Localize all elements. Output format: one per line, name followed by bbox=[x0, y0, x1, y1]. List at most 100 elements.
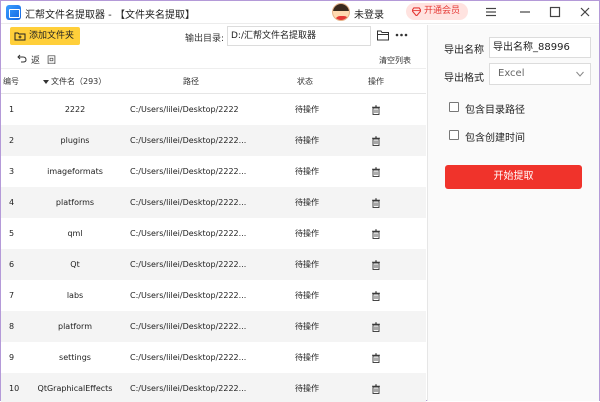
export-format-select[interactable]: Excel bbox=[489, 63, 591, 85]
output-dir-input[interactable]: D:/汇帮文件名提取器 bbox=[227, 26, 371, 46]
vip-button-label: 开通会员 bbox=[424, 6, 461, 16]
start-extract-button[interactable]: 开始提取 bbox=[445, 165, 582, 189]
row-index: 6 bbox=[9, 260, 15, 269]
table-row[interactable]: 2 plugins C:/Users/lilei/Desktop/2222...… bbox=[1, 125, 426, 156]
row-name: qml bbox=[67, 229, 83, 238]
header-name[interactable]: 文件名（293） bbox=[43, 69, 106, 95]
row-name: plugins bbox=[60, 136, 90, 145]
row-name: 2222 bbox=[64, 105, 86, 114]
header-name-label: 文件名（293） bbox=[51, 77, 107, 86]
row-name: Qt bbox=[70, 260, 80, 269]
header-path: 路径 bbox=[183, 77, 199, 86]
back-label-2: 回 bbox=[47, 56, 57, 66]
row-name: settings bbox=[59, 353, 91, 362]
row-index: 8 bbox=[9, 322, 15, 331]
row-index: 10 bbox=[9, 384, 20, 393]
row-path: C:/Users/lilei/Desktop/2222... bbox=[130, 322, 247, 331]
include-path-label: 包含目录路径 bbox=[465, 105, 525, 116]
trash-icon[interactable] bbox=[371, 291, 381, 301]
add-folder-button[interactable]: 添加文件夹 bbox=[10, 27, 80, 45]
avatar[interactable] bbox=[332, 3, 350, 21]
checkbox-box[interactable] bbox=[449, 102, 459, 112]
app-logo-icon bbox=[6, 5, 21, 20]
trash-icon[interactable] bbox=[371, 198, 381, 208]
header-status: 状态 bbox=[297, 77, 313, 86]
export-format-value: Excel bbox=[498, 68, 525, 79]
row-status: 待操作 bbox=[295, 105, 319, 114]
include-time-label: 包含创建时间 bbox=[465, 133, 525, 144]
table-row[interactable]: 10 QtGraphicalEffects C:/Users/lilei/Des… bbox=[1, 373, 426, 402]
table-header: 编号 文件名（293） 路径 状态 操作 bbox=[1, 68, 426, 94]
folder-icon[interactable] bbox=[377, 30, 389, 41]
row-path: C:/Users/lilei/Desktop/2222 bbox=[130, 105, 239, 114]
row-path: C:/Users/lilei/Desktop/2222... bbox=[130, 229, 247, 238]
trash-icon[interactable] bbox=[371, 384, 381, 394]
table-row[interactable]: 4 platforms C:/Users/lilei/Desktop/2222.… bbox=[1, 187, 426, 218]
maximize-icon[interactable] bbox=[547, 4, 563, 20]
row-status: 待操作 bbox=[295, 260, 319, 269]
trash-icon[interactable] bbox=[371, 105, 381, 115]
table-row[interactable]: 1 2222 C:/Users/lilei/Desktop/2222 待操作 bbox=[1, 94, 426, 125]
row-index: 2 bbox=[9, 136, 15, 145]
row-index: 7 bbox=[9, 291, 15, 300]
export-settings-panel: 导出名称 导出名称_88996 导出格式 Excel 包含目录路径 包含创建时间… bbox=[428, 25, 599, 401]
login-status[interactable]: 未登录 bbox=[354, 6, 384, 21]
back-arrow-icon bbox=[17, 54, 27, 63]
menu-icon[interactable] bbox=[483, 4, 499, 20]
row-status: 待操作 bbox=[295, 291, 319, 300]
table-row[interactable]: 7 labs C:/Users/lilei/Desktop/2222... 待操… bbox=[1, 280, 426, 311]
app-title: 汇帮文件名提取器 - 【文件夹名提取】 bbox=[25, 10, 195, 21]
export-name-input[interactable]: 导出名称_88996 bbox=[489, 37, 591, 58]
row-path: C:/Users/lilei/Desktop/2222... bbox=[130, 291, 247, 300]
row-index: 5 bbox=[9, 229, 15, 238]
header-index: 编号 bbox=[3, 77, 19, 86]
table-row[interactable]: 8 platform C:/Users/lilei/Desktop/2222..… bbox=[1, 311, 426, 342]
row-path: C:/Users/lilei/Desktop/2222... bbox=[130, 167, 247, 176]
close-icon[interactable] bbox=[577, 4, 593, 20]
row-index: 9 bbox=[9, 353, 15, 362]
output-dir-label: 输出目录: bbox=[185, 34, 225, 44]
add-folder-icon bbox=[14, 32, 26, 41]
row-name: platforms bbox=[55, 198, 95, 207]
table-row[interactable]: 6 Qt C:/Users/lilei/Desktop/2222... 待操作 bbox=[1, 249, 426, 280]
row-path: C:/Users/lilei/Desktop/2222... bbox=[130, 384, 247, 393]
row-index: 3 bbox=[9, 167, 15, 176]
row-path: C:/Users/lilei/Desktop/2222... bbox=[130, 353, 247, 362]
sort-down-icon bbox=[43, 79, 49, 84]
trash-icon[interactable] bbox=[371, 229, 381, 239]
row-index: 1 bbox=[9, 105, 15, 114]
more-options-icon[interactable] bbox=[395, 29, 408, 41]
file-table-body: 1 2222 C:/Users/lilei/Desktop/2222 待操作 2… bbox=[1, 94, 426, 402]
export-format-label: 导出格式 bbox=[444, 73, 484, 84]
clear-list-button[interactable]: 清空列表 bbox=[379, 55, 411, 66]
row-name: platform bbox=[58, 322, 92, 331]
checkbox-box[interactable] bbox=[449, 130, 459, 140]
trash-icon[interactable] bbox=[371, 167, 381, 177]
table-row[interactable]: 3 imageformats C:/Users/lilei/Desktop/22… bbox=[1, 156, 426, 187]
row-name: QtGraphicalEffects bbox=[37, 384, 113, 393]
row-index: 4 bbox=[9, 198, 15, 207]
trash-icon[interactable] bbox=[371, 322, 381, 332]
avatar-shirt bbox=[335, 16, 349, 20]
chevron-down-icon bbox=[576, 71, 584, 77]
row-name: labs bbox=[66, 291, 84, 300]
trash-icon[interactable] bbox=[371, 353, 381, 363]
row-status: 待操作 bbox=[295, 353, 319, 362]
row-status: 待操作 bbox=[295, 136, 319, 145]
minimize-icon[interactable] bbox=[517, 4, 533, 20]
header-op: 操作 bbox=[368, 77, 384, 86]
trash-icon[interactable] bbox=[371, 136, 381, 146]
back-label: 返 bbox=[31, 56, 41, 66]
avatar-hair bbox=[333, 4, 349, 11]
vip-button[interactable]: 开通会员 bbox=[406, 3, 468, 20]
row-path: C:/Users/lilei/Desktop/2222... bbox=[130, 136, 247, 145]
row-name: imageformats bbox=[47, 167, 103, 176]
trash-icon[interactable] bbox=[371, 260, 381, 270]
row-path: C:/Users/lilei/Desktop/2222... bbox=[130, 198, 247, 207]
row-path: C:/Users/lilei/Desktop/2222... bbox=[130, 260, 247, 269]
table-row[interactable]: 5 qml C:/Users/lilei/Desktop/2222... 待操作 bbox=[1, 218, 426, 249]
title-bar: 汇帮文件名提取器 - 【文件夹名提取】 未登录 开通会员 bbox=[1, 1, 599, 24]
export-name-label: 导出名称 bbox=[444, 45, 484, 56]
table-row[interactable]: 9 settings C:/Users/lilei/Desktop/2222..… bbox=[1, 342, 426, 373]
app-window: 汇帮文件名提取器 - 【文件夹名提取】 未登录 开通会员 添加文件夹 输出目录:… bbox=[0, 0, 600, 402]
